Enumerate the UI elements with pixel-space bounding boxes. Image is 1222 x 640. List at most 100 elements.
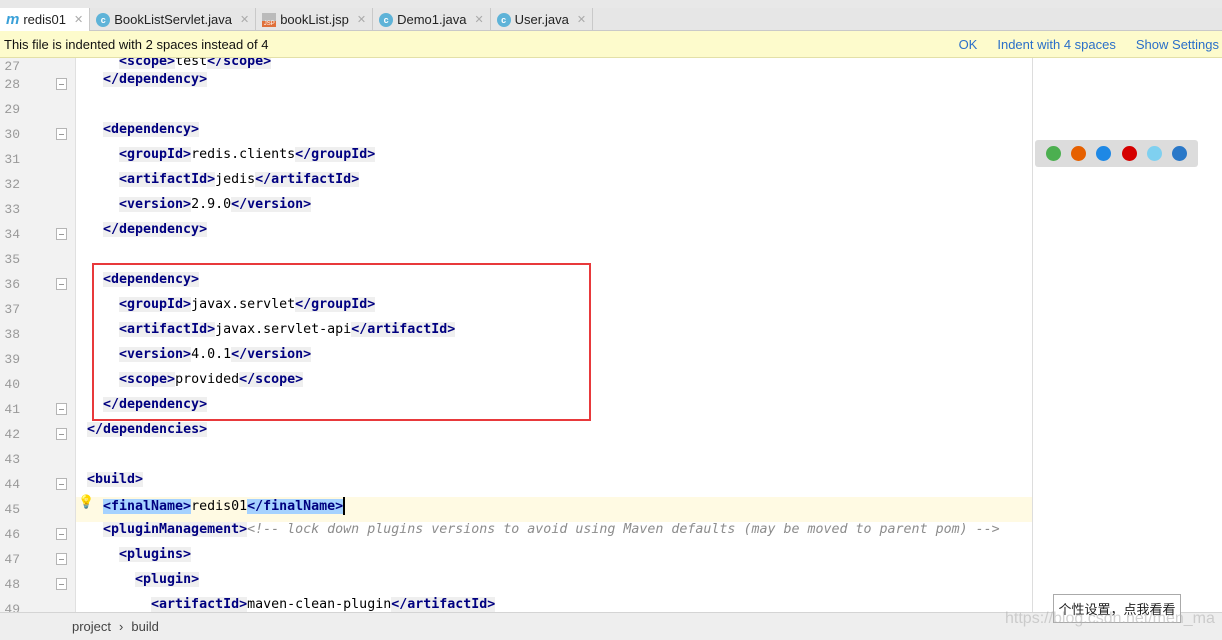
code-line: <artifactId>maven-clean-plugin</artifact…: [151, 597, 496, 612]
gutter: 27 28 29 30 31 32 33 34 35 36 37 38 39 40 41 42 43 44 45 46…: [0, 58, 76, 612]
fold-marker-icon[interactable]: [56, 428, 67, 440]
edge-icon[interactable]: [1171, 146, 1187, 161]
line-number: 49: [4, 602, 20, 612]
fold-marker-icon[interactable]: [56, 128, 67, 140]
code-line: <finalName>redis01</finalName>: [103, 497, 346, 522]
watermark: https://blog.csdn.net/men_ma: [1005, 610, 1215, 627]
tab-redis01[interactable]: m redis01 ✕: [0, 8, 91, 31]
tab-label: User.java: [514, 12, 569, 27]
code-line: <build>: [87, 472, 144, 497]
ok-link[interactable]: OK: [959, 37, 978, 52]
xml-tag: <scope>: [119, 58, 176, 69]
tab-booklistservlet-java[interactable]: c BookListServlet.java ✕: [90, 8, 257, 31]
fold-marker-icon[interactable]: [56, 528, 67, 540]
text-caret: [343, 497, 346, 515]
xml-tag: </dependencies>: [87, 422, 208, 437]
line-number: 33: [4, 202, 20, 217]
code-editor[interactable]: 27 28 29 30 31 32 33 34 35 36 37 38 39 40 41 42 43 44 45 46…: [0, 58, 1222, 612]
lightbulb-icon[interactable]: 💡: [78, 495, 94, 510]
xml-tag: </artifactId>: [255, 172, 360, 187]
close-icon[interactable]: ✕: [240, 13, 249, 26]
right-margin-guide: [1032, 58, 1033, 612]
xml-tag: </scope>: [207, 58, 272, 69]
close-icon[interactable]: ✕: [577, 13, 586, 26]
line-number: 38: [4, 327, 20, 342]
xml-tag: <groupId>: [119, 147, 192, 162]
xml-tag: <plugin>: [135, 572, 200, 587]
xml-tag: </dependency>: [103, 222, 208, 237]
line-number: 34: [4, 227, 20, 242]
breadcrumb-project[interactable]: project: [72, 619, 111, 634]
line-number: 48: [4, 577, 20, 592]
fold-marker-icon[interactable]: [56, 478, 67, 490]
xml-comment: <!-- lock down plugins versions to avoid…: [247, 522, 1000, 537]
tab-user-java[interactable]: c User.java ✕: [491, 8, 594, 31]
xml-tag: <version>: [119, 197, 192, 212]
runnable-class-icon: c: [379, 12, 394, 27]
ie-icon[interactable]: [1146, 146, 1162, 161]
xml-tag: </dependency>: [103, 72, 208, 87]
tab-demo1-java[interactable]: c Demo1.java ✕: [373, 8, 491, 31]
xml-tag: <plugins>: [119, 547, 192, 562]
chrome-icon[interactable]: [1046, 146, 1062, 161]
fold-marker-icon[interactable]: [56, 228, 67, 240]
highlight-annotation-box: [92, 263, 591, 421]
line-number: 30: [4, 127, 20, 142]
line-number: 31: [4, 152, 20, 167]
line-number: 41: [4, 402, 20, 417]
close-icon[interactable]: ✕: [74, 13, 83, 26]
code-line: <plugins>: [119, 547, 192, 572]
opera-icon[interactable]: [1121, 146, 1137, 161]
class-icon: c: [496, 12, 511, 27]
jsp-icon: [262, 12, 277, 27]
xml-tag: </artifactId>: [391, 597, 496, 612]
tag-value: jedis: [215, 172, 256, 187]
breadcrumb-build[interactable]: build: [131, 619, 158, 634]
xml-tag: </version>: [231, 197, 312, 212]
browser-preview-toolbar: [1035, 140, 1198, 167]
xml-tag: <artifactId>: [151, 597, 248, 612]
firefox-icon[interactable]: [1071, 146, 1087, 161]
xml-tag: </finalName>: [247, 499, 344, 514]
indent-notification: This file is indented with 2 spaces inst…: [0, 31, 1222, 58]
title-strip: [0, 0, 1222, 8]
code-line: </dependencies>: [87, 422, 208, 447]
xml-tag: <build>: [87, 472, 144, 487]
line-number: 43: [4, 452, 20, 467]
line-number: 35: [4, 252, 20, 267]
tab-booklist-jsp[interactable]: bookList.jsp ✕: [256, 8, 374, 31]
class-icon: c: [96, 12, 111, 27]
line-number: 39: [4, 352, 20, 367]
fold-marker-icon[interactable]: [56, 78, 67, 90]
code-line: <version>2.9.0</version>: [119, 197, 312, 222]
code-line: </dependency>: [103, 222, 208, 247]
line-number: 47: [4, 552, 20, 567]
line-number: 46: [4, 527, 20, 542]
fold-marker-icon[interactable]: [56, 278, 67, 290]
line-number: 42: [4, 427, 20, 442]
xml-tag: <artifactId>: [119, 172, 216, 187]
tag-value: 2.9.0: [191, 197, 232, 212]
indent-4-spaces-link[interactable]: Indent with 4 spaces: [997, 37, 1116, 52]
line-number: 44: [4, 477, 20, 492]
code-line: </dependency>: [103, 72, 208, 97]
line-number: 45: [4, 502, 20, 517]
safari-icon[interactable]: [1096, 146, 1112, 161]
fold-marker-icon[interactable]: [56, 403, 67, 415]
fold-marker-icon[interactable]: [56, 553, 67, 565]
line-number: 29: [4, 102, 20, 117]
close-icon[interactable]: ✕: [357, 13, 366, 26]
tag-value: test: [175, 58, 208, 69]
fold-marker-icon[interactable]: [56, 578, 67, 590]
show-settings-link[interactable]: Show Settings: [1136, 37, 1219, 52]
tab-label: bookList.jsp: [280, 12, 349, 27]
line-number: 40: [4, 377, 20, 392]
line-number: 32: [4, 177, 20, 192]
code-line: <plugin>: [135, 572, 200, 597]
tag-value: maven-clean-plugin: [247, 597, 392, 612]
code-line: <pluginManagement><!-- lock down plugins…: [103, 522, 1000, 547]
tab-label: Demo1.java: [397, 12, 467, 27]
line-number: 37: [4, 302, 20, 317]
tab-label: redis01: [23, 12, 66, 27]
close-icon[interactable]: ✕: [474, 13, 483, 26]
